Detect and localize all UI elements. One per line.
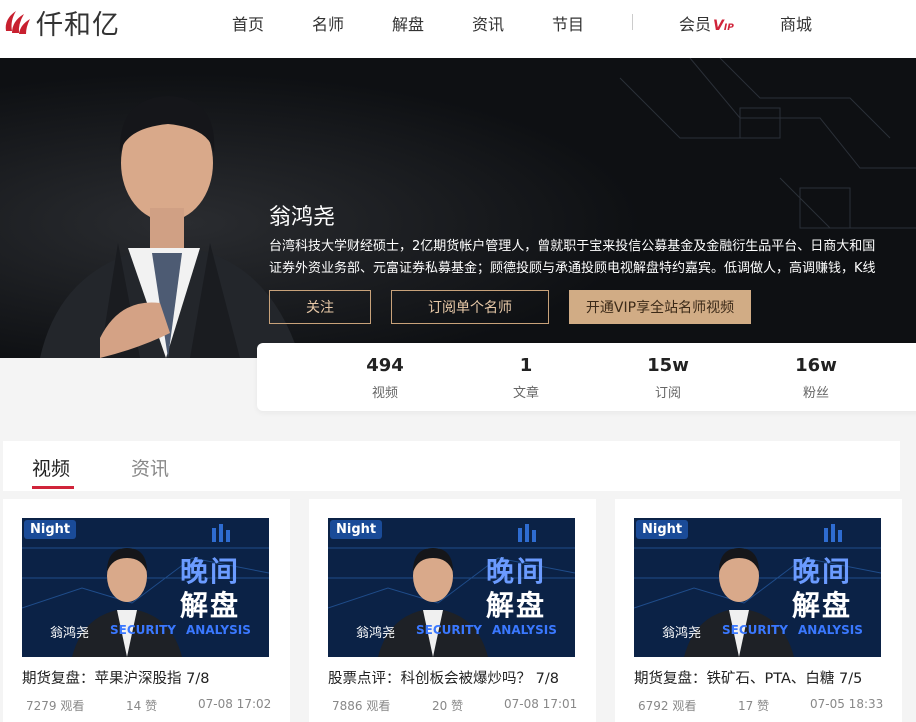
night-tag: Night [636, 520, 689, 539]
thumbnail-analysis: ANALYSIS [186, 623, 251, 637]
stat-value: 1 [519, 355, 533, 376]
video-thumbnail[interactable]: Night 晚间 解盘 翁鸿尧 SECURITY ANALYSIS [328, 518, 575, 657]
video-card[interactable]: Night 晚间 解盘 翁鸿尧 SECURITY ANALYSIS 期货复盘：铁… [615, 499, 902, 722]
stat-value: 16w [795, 355, 837, 376]
subscribe-teacher-button[interactable]: 订阅单个名师 [391, 290, 549, 324]
bio-line-1: 台湾科技大学财经硕士，2亿期货帐户管理人，曾就职于宝来投信公募基金及金融衍生品平… [269, 239, 876, 254]
video-card[interactable]: Night 晚间 解盘 翁鸿尧 SECURITY ANALYSIS 股票点评：科… [309, 499, 596, 722]
tab-news[interactable]: 资讯 [131, 454, 169, 481]
night-tag: Night [330, 520, 383, 539]
thumbnail-security: SECURITY [110, 623, 176, 637]
thumbnail-title-2: 解盘 [486, 589, 547, 622]
content-tabs: 视频 资讯 [3, 441, 900, 491]
stat-label: 视频 [371, 386, 398, 401]
teacher-stats: 494 视频 1 文章 15w 订阅 16w 粉丝 [257, 343, 916, 411]
thumbnail-name: 翁鸿尧 [356, 626, 396, 641]
thumbnail-title-2: 解盘 [792, 589, 853, 622]
thumbnail-analysis: ANALYSIS [798, 623, 863, 637]
stat-videos[interactable]: 494 视频 [345, 355, 425, 401]
nav-analysis[interactable]: 解盘 [392, 11, 424, 35]
stat-label: 文章 [512, 386, 539, 401]
video-title[interactable]: 期货复盘：铁矿石、PTA、白糖 7/5 [634, 667, 884, 688]
stat-value: 15w [647, 355, 689, 376]
nav-news[interactable]: 资讯 [472, 11, 504, 35]
like-count: 14 赞 [126, 699, 158, 713]
stat-value: 494 [366, 355, 404, 376]
like-count: 20 赞 [432, 699, 464, 713]
stat-fans[interactable]: 16w 粉丝 [776, 355, 856, 401]
nav-member-label: 会员 [679, 15, 712, 34]
nav-member[interactable]: 会员 VIP [679, 11, 734, 35]
teacher-bio: 台湾科技大学财经硕士，2亿期货帐户管理人，曾就职于宝来投信公募基金及金融衍生品平… [269, 236, 916, 280]
video-thumbnail[interactable]: Night 晚间 解盘 翁鸿尧 SECURITY ANALYSIS [634, 518, 881, 657]
thumbnail-security: SECURITY [722, 623, 788, 637]
thumbnail-name: 翁鸿尧 [50, 626, 90, 641]
video-thumbnail[interactable]: Night 晚间 解盘 翁鸿尧 SECURITY ANALYSIS [22, 518, 269, 657]
view-count: 7279 观看 [26, 699, 85, 713]
stat-articles[interactable]: 1 文章 [486, 355, 566, 401]
open-vip-button[interactable]: 开通VIP享全站名师视频 [569, 290, 751, 324]
bio-line-2: 证券外资业务部、元富证券私募基金；顾德投顾与承通投顾电视解盘特约嘉宾。低调做人，… [269, 261, 876, 276]
night-tag: Night [24, 520, 77, 539]
top-nav: 仟和亿 首页 名师 解盘 资讯 节目 会员 VIP 商城 [0, 0, 916, 58]
vip-icon: VIP [713, 18, 734, 34]
active-tab-indicator [32, 486, 74, 489]
teacher-name: 翁鸿尧 [269, 205, 336, 230]
nav-divider [632, 14, 633, 30]
teacher-hero: 翁鸿尧 台湾科技大学财经硕士，2亿期货帐户管理人，曾就职于宝来投信公募基金及金融… [0, 58, 916, 358]
video-title[interactable]: 期货复盘：苹果沪深股指 7/8 [22, 667, 272, 688]
thumbnail-name: 翁鸿尧 [662, 626, 702, 641]
stat-label: 粉丝 [802, 386, 829, 401]
nav-home[interactable]: 首页 [232, 11, 264, 35]
publish-date: 07-05 18:33 [810, 697, 884, 711]
publish-date: 07-08 17:01 [504, 697, 578, 711]
thumbnail-analysis: ANALYSIS [492, 623, 557, 637]
nav-programs[interactable]: 节目 [552, 11, 584, 35]
stat-subscriptions[interactable]: 15w 订阅 [628, 355, 708, 401]
stat-label: 订阅 [654, 386, 681, 401]
logo-text: 仟和亿 [36, 9, 120, 41]
tab-videos[interactable]: 视频 [32, 454, 70, 481]
video-card[interactable]: Night 晚间 解盘 翁鸿尧 SECURITY ANALYSIS 期货复盘：苹… [3, 499, 290, 722]
publish-date: 07-08 17:02 [198, 697, 272, 711]
site-logo[interactable]: 仟和亿 [0, 2, 120, 42]
nav-mall[interactable]: 商城 [780, 11, 812, 35]
logo-mark-icon [2, 7, 32, 37]
view-count: 6792 观看 [638, 699, 697, 713]
thumbnail-title-2: 解盘 [180, 589, 241, 622]
like-count: 17 赞 [738, 699, 770, 713]
video-title[interactable]: 股票点评：科创板会被爆炒吗？ 7/8 [328, 667, 578, 688]
nav-teachers[interactable]: 名师 [312, 11, 344, 35]
thumbnail-security: SECURITY [416, 623, 482, 637]
follow-button[interactable]: 关注 [269, 290, 371, 324]
view-count: 7886 观看 [332, 699, 391, 713]
